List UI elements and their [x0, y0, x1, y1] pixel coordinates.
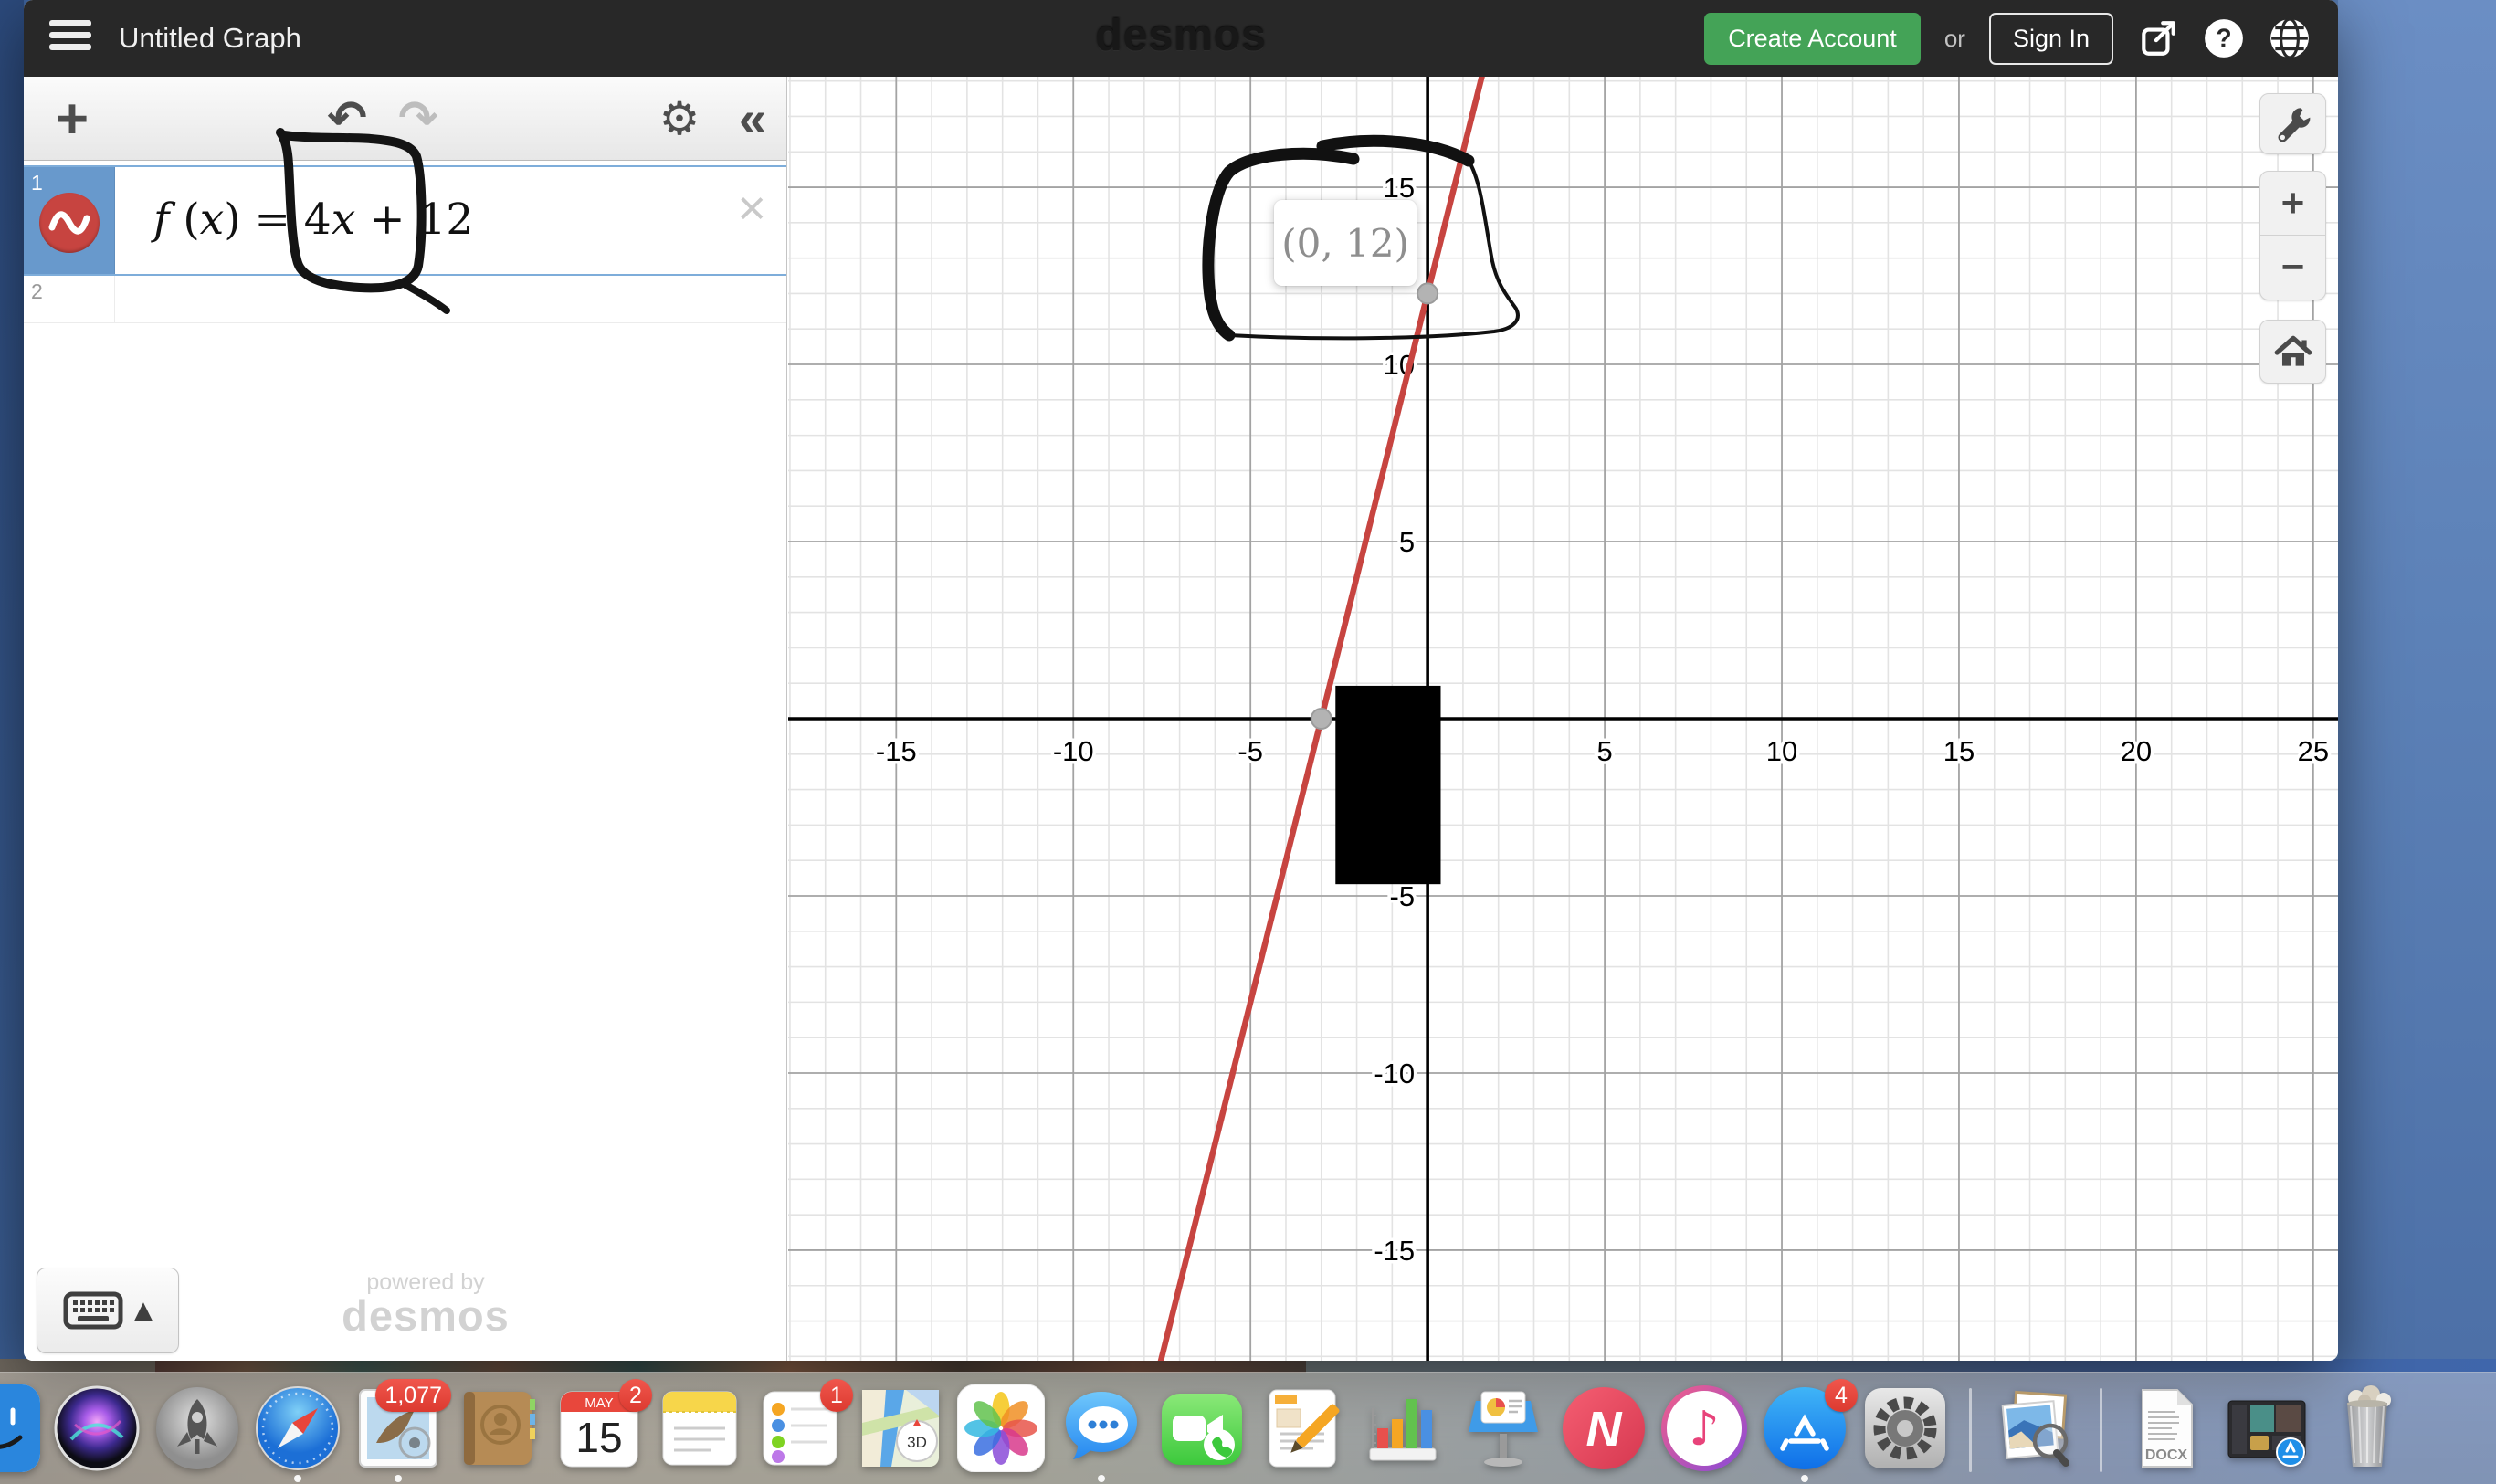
keyboard-icon: [63, 1289, 123, 1331]
dock-icon-messages[interactable]: [1058, 1384, 1145, 1472]
dock-icon-facetime[interactable]: [1158, 1384, 1246, 1472]
delete-expression-icon[interactable]: ×: [737, 184, 766, 233]
svg-text:MAY: MAY: [585, 1395, 613, 1411]
dock-separator: [1969, 1388, 1972, 1472]
expression-panel: + ↶ ↷ ⚙ « 1 f (x) = 4x + 12 × 2: [24, 77, 787, 1361]
default-viewport-button[interactable]: [2259, 320, 2326, 384]
collapse-panel-icon[interactable]: «: [720, 77, 785, 161]
dock-icon-preview[interactable]: [1992, 1384, 2080, 1472]
expression-gutter-2: 2: [24, 276, 115, 322]
svg-text:15: 15: [575, 1414, 622, 1461]
home-icon: [2272, 331, 2314, 373]
expression-style-icon[interactable]: [39, 193, 100, 253]
svg-text:-5: -5: [1390, 880, 1416, 912]
svg-text:5: 5: [1596, 735, 1612, 767]
dock-icon-keynote[interactable]: [1459, 1384, 1547, 1472]
svg-text:15: 15: [1384, 172, 1415, 204]
dock-icon-mail[interactable]: 1,077: [354, 1384, 442, 1472]
running-indicator-dot: [395, 1475, 402, 1482]
running-indicator-dot: [294, 1475, 301, 1482]
dock-icon-itunes[interactable]: ♪: [1660, 1384, 1748, 1472]
dock-icon-system-preferences[interactable]: [1861, 1384, 1949, 1472]
dock-icon-numbers[interactable]: [1359, 1384, 1447, 1472]
desmos-logo: desmos: [1095, 11, 1266, 61]
svg-text:-10: -10: [1053, 735, 1094, 767]
svg-text:♪: ♪: [1689, 1402, 1719, 1457]
share-icon[interactable]: [2137, 17, 2179, 59]
graph-plot: -15-10-551015202515105-5-10-15: [788, 77, 2338, 1361]
svg-text:-5: -5: [1237, 735, 1263, 767]
wrench-icon: [2272, 103, 2314, 145]
graph-settings-button[interactable]: [2259, 93, 2326, 154]
globe-icon[interactable]: [2269, 17, 2311, 59]
dock-icon-reminders[interactable]: 1: [756, 1384, 844, 1472]
expression-index: 2: [31, 279, 43, 304]
add-expression-button[interactable]: +: [40, 77, 104, 161]
redo-icon[interactable]: ↷: [385, 77, 451, 161]
running-indicator-dot: [1801, 1475, 1808, 1482]
expression-gutter-1[interactable]: 1: [24, 167, 115, 274]
help-icon[interactable]: ?: [2203, 17, 2245, 59]
svg-text:DOCX: DOCX: [2145, 1447, 2188, 1463]
desmos-header: Untitled Graph desmos Create Account or …: [24, 0, 2338, 77]
svg-text:10: 10: [1766, 735, 1797, 767]
svg-text:15: 15: [1943, 735, 1975, 767]
notification-badge: 2: [619, 1379, 652, 1412]
dock-icon-siri[interactable]: [53, 1384, 141, 1472]
browser-window: Untitled Graph desmos Create Account or …: [24, 0, 2338, 1361]
svg-text:25: 25: [2298, 735, 2329, 767]
svg-text:3D: 3D: [907, 1434, 927, 1451]
desmos-watermark: powered by desmos: [307, 1269, 544, 1337]
expression-row-2[interactable]: 2: [24, 276, 786, 323]
running-indicator-dot: [1098, 1475, 1105, 1482]
point-label: (0, 12): [1274, 200, 1417, 286]
dock-icon-calendar[interactable]: MAY152: [555, 1384, 643, 1472]
edit-list-gear-icon[interactable]: ⚙: [647, 77, 712, 161]
svg-text:20: 20: [2121, 735, 2152, 767]
or-label: or: [1944, 25, 1965, 53]
create-account-button[interactable]: Create Account: [1704, 13, 1921, 65]
graph-title[interactable]: Untitled Graph: [119, 22, 301, 55]
dock-icon-safari[interactable]: [254, 1384, 342, 1472]
zoom-in-button[interactable]: +: [2260, 172, 2325, 236]
macos-dock: 1,077 MAY 152 1 3D N ♪ 4 DOCX: [0, 1372, 2496, 1484]
notification-badge: 1,077: [375, 1379, 451, 1412]
svg-text:-15: -15: [876, 735, 917, 767]
notification-badge: 1: [820, 1379, 853, 1412]
undo-icon[interactable]: ↶: [314, 77, 380, 161]
show-keyboard-button[interactable]: ▲: [37, 1268, 179, 1353]
notification-badge: 4: [1825, 1379, 1858, 1412]
zoom-out-button[interactable]: −: [2260, 236, 2325, 300]
dock-icon-trash[interactable]: [2323, 1384, 2411, 1472]
dock-icon-news[interactable]: N: [1560, 1384, 1648, 1472]
dock-icon-notes[interactable]: [656, 1384, 743, 1472]
dock-icon-pages[interactable]: [1259, 1384, 1346, 1472]
desktop-wallpaper-right: [2338, 0, 2496, 1484]
svg-text:-10: -10: [1374, 1058, 1415, 1089]
dock-icon-finder[interactable]: [0, 1384, 40, 1472]
expression-row-1[interactable]: 1 f (x) = 4x + 12 ×: [24, 165, 786, 276]
svg-text:5: 5: [1399, 526, 1415, 558]
graph-paper[interactable]: -15-10-551015202515105-5-10-15 (0, 12) +…: [788, 77, 2338, 1361]
zoom-controls: + −: [2259, 171, 2326, 300]
expression-toolbar: + ↶ ↷ ⚙ «: [24, 77, 786, 161]
expression-index: 1: [31, 171, 43, 195]
dock-icon-docx-document[interactable]: DOCX: [2122, 1384, 2210, 1472]
svg-text:-15: -15: [1374, 1235, 1415, 1267]
dock-icon-photos[interactable]: [957, 1384, 1045, 1472]
dock-separator: [2100, 1388, 2102, 1472]
dock-icon-minimized-app-store-window[interactable]: [2223, 1384, 2311, 1472]
sign-in-button[interactable]: Sign In: [1989, 13, 2113, 65]
redaction-box: [1335, 686, 1440, 884]
dock-icon-launchpad[interactable]: [153, 1384, 241, 1472]
keyboard-open-caret: ▲: [134, 1297, 153, 1324]
svg-text:N: N: [1586, 1402, 1623, 1457]
dock-icon-maps[interactable]: 3D: [857, 1384, 944, 1472]
svg-text:?: ?: [2216, 23, 2231, 52]
desktop-wallpaper-left: [0, 0, 24, 1484]
menu-icon[interactable]: [49, 20, 91, 55]
expression-latex[interactable]: f (x) = 4x + 12: [153, 195, 473, 245]
dock-icon-contacts[interactable]: [455, 1384, 542, 1472]
dock-icon-app-store[interactable]: 4: [1761, 1384, 1848, 1472]
